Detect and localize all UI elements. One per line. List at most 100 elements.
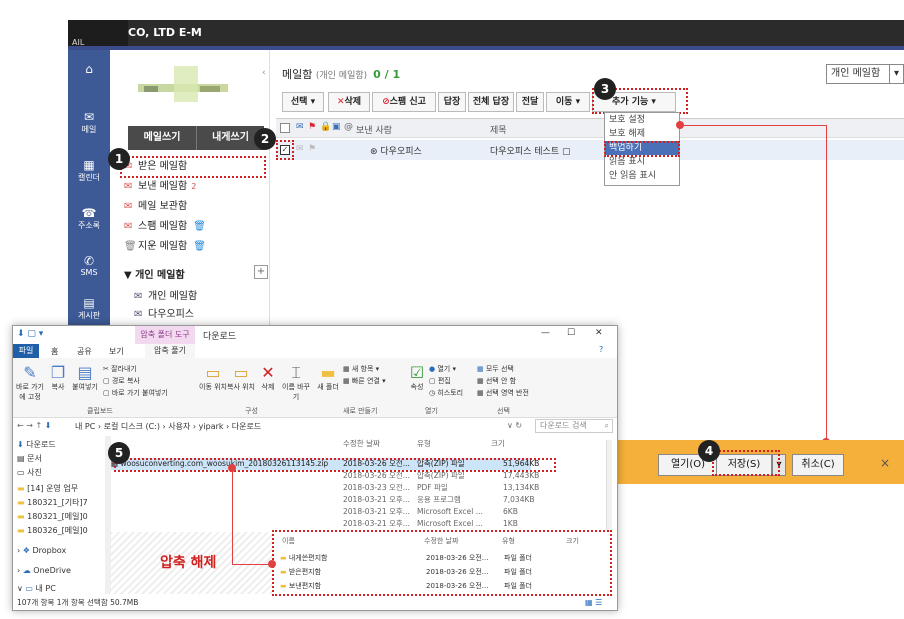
contacts-icon: ☎	[81, 206, 97, 220]
folder-deleted[interactable]: 🗑지운 메일함 🗑	[124, 238, 206, 256]
mail-icon: ✉	[83, 110, 95, 124]
menu-protect-off[interactable]: 보호 해제	[605, 127, 679, 141]
col-date[interactable]: 수정한 날짜	[424, 536, 458, 546]
new-item-button[interactable]: ▦ 새 항목 ▾	[343, 364, 379, 374]
select-all-button[interactable]: ▦ 모두 선택	[477, 364, 514, 374]
open-button[interactable]: ● 열기 ▾	[429, 364, 456, 374]
select-button[interactable]: 선택 ▾	[282, 92, 324, 112]
nav-mail[interactable]: ✉ 메일	[68, 102, 110, 154]
menu-mark-unread[interactable]: 안 읽음 표시	[605, 169, 679, 183]
quick-access-icons[interactable]: ⬇ ▢ ▾	[17, 329, 43, 339]
paste-button[interactable]: ▤ 붙여넣기	[71, 364, 99, 392]
view-toggle-icon[interactable]: ▦ ☰	[585, 598, 602, 607]
col-size[interactable]: 크기	[566, 536, 579, 546]
reply-all-button[interactable]: 전체 답장	[468, 92, 514, 112]
trash-icon[interactable]: 🗑	[193, 221, 206, 232]
folder-archive[interactable]: ✉ 메일 보관함	[124, 198, 187, 216]
invert-selection-button[interactable]: ▦ 선택 영역 반전	[477, 388, 529, 398]
company-name: CO, LTD E-M	[128, 26, 202, 39]
nav-folder[interactable]: ▬ 180321_[메일]0	[17, 510, 88, 524]
new-folder-button[interactable]: ▬ 새 폴더	[315, 364, 341, 392]
nav-downloads[interactable]: ⬇ 다운로드	[17, 438, 56, 452]
address-path[interactable]: 내 PC › 로컬 디스크 (C:) › 사용자 › yipark › 다운로드	[75, 421, 261, 432]
zip-folder-row[interactable]: ▬ 내게쓴편지함 2018-03-26 오전... 파일 폴더	[280, 552, 532, 564]
file-row[interactable]: 2018-03-23 오전... PDF 파일 13,134KB	[111, 482, 539, 494]
edit-button[interactable]: ▢ 편집	[429, 376, 451, 386]
file-row[interactable]: 2018-03-21 오후... Microsoft Excel ... 6KB	[111, 506, 531, 518]
group-clipboard: 클립보드	[87, 407, 113, 415]
col-name[interactable]: 이름	[282, 536, 295, 546]
nav-home[interactable]: ⌂	[68, 54, 110, 106]
write-mail-button[interactable]: 메일쓰기	[128, 126, 196, 150]
maximize-icon[interactable]: ☐	[567, 328, 575, 338]
col-size[interactable]: 크기	[491, 438, 505, 449]
add-folder-icon[interactable]: +	[254, 265, 268, 279]
zip-folder-row[interactable]: ▬ 보낸편지함 2018-03-26 오전... 파일 폴더	[280, 580, 532, 592]
pin-button[interactable]: ✎ 바로 가기에 고정	[15, 364, 45, 402]
delete-button[interactable]: ✕삭제	[328, 92, 370, 112]
nav-this-pc[interactable]: ∨ ▭ 내 PC	[17, 582, 56, 596]
minimize-icon[interactable]: —	[541, 328, 550, 338]
save-icon: ▣	[332, 122, 341, 132]
copy-path-button[interactable]: ▢ 경로 복사	[103, 376, 140, 386]
paste-shortcut-button[interactable]: ▢ 바로 가기 붙여넣기	[103, 388, 168, 398]
tab-home[interactable]: 홈	[51, 346, 58, 357]
file-row[interactable]: 2018-03-21 오후... 응용 프로그램 7,034KB	[111, 494, 535, 506]
nav-folder[interactable]: ▬ [14] 운영 업무	[17, 482, 78, 496]
move-button[interactable]: 이동 ▾	[546, 92, 590, 112]
spam-report-button[interactable]: ⊘스팸 신고	[372, 92, 436, 112]
forward-button[interactable]: 전달	[516, 92, 544, 112]
select-all-checkbox[interactable]	[280, 123, 290, 133]
refresh-icon[interactable]: ∨ ↻	[507, 421, 522, 430]
copy-to-button[interactable]: ▭ 복사 위치	[227, 364, 255, 392]
folder-personal[interactable]: ✉ 개인 메일함	[134, 288, 197, 306]
reply-button[interactable]: 답장	[438, 92, 466, 112]
copy-button[interactable]: ❐ 복사	[47, 364, 69, 392]
nav-calendar[interactable]: ▦ 캘린더	[68, 150, 110, 202]
col-from[interactable]: 보낸 사람	[356, 123, 392, 136]
tab-file[interactable]: 파일	[13, 344, 39, 358]
tab-extract[interactable]: 압축 풀기	[145, 344, 195, 358]
nav-pictures[interactable]: ▭ 사진	[17, 466, 42, 480]
easy-access-button[interactable]: ▦ 빠른 연결 ▾	[343, 376, 386, 386]
close-icon[interactable]: ×	[880, 456, 890, 470]
select-none-button[interactable]: ▦ 선택 안 함	[477, 376, 516, 386]
col-type[interactable]: 유형	[417, 438, 431, 449]
col-type[interactable]: 유형	[502, 536, 515, 546]
highlight-zip	[114, 458, 556, 472]
mail-row[interactable]: ✓ ✉ ⚑ ⊛ 다우오피스 다우오피스 테스트 ▢	[276, 140, 904, 160]
trash-icon[interactable]: 🗑	[193, 241, 206, 252]
status-bar: 107개 항목 1개 항목 선택함 50.7MB	[17, 598, 139, 607]
menu-protect-on[interactable]: 보호 설정	[605, 113, 679, 127]
history-button[interactable]: ◷ 히스토리	[429, 388, 463, 398]
move-to-button[interactable]: ▭ 이동 위치	[199, 364, 227, 392]
nav-documents[interactable]: ▤ 문서	[17, 452, 42, 466]
search-input[interactable]: 다운로드 검색 ⌕	[535, 419, 613, 433]
zip-folder-row[interactable]: ▬ 받은편지함 2018-03-26 오전... 파일 폴더	[280, 566, 532, 578]
folder-sent[interactable]: ✉ 보낸 메일함 2	[124, 178, 196, 196]
file-row[interactable]: 2018-03-21 오후... Microsoft Excel ... 1KB	[111, 518, 531, 530]
personal-mailbox-title[interactable]: ▼ 개인 메일함	[124, 266, 185, 281]
nav-contacts[interactable]: ☎ 주소록	[68, 198, 110, 250]
cut-button[interactable]: ✂ 잘라내기	[103, 364, 137, 374]
folder-daouoffice[interactable]: ✉ 다우오피스	[134, 306, 194, 324]
nav-folder[interactable]: ▬ 180326_[메일]0	[17, 524, 88, 538]
nav-arrows-icon[interactable]: ← → ↑ ⬇	[17, 421, 51, 430]
nav-dropbox[interactable]: › ❖ Dropbox	[17, 544, 66, 558]
col-date[interactable]: 수정한 날짜	[343, 438, 380, 449]
nav-onedrive[interactable]: › ☁ OneDrive	[17, 564, 71, 578]
tab-view[interactable]: 보기	[109, 346, 124, 357]
mailbox-select[interactable]: 개인 메일함 ▾	[826, 64, 904, 84]
close-icon[interactable]: ✕	[595, 328, 603, 338]
help-icon[interactable]: ?	[599, 345, 603, 354]
tab-share[interactable]: 공유	[77, 346, 92, 357]
menu-mark-read[interactable]: 읽음 표시	[605, 155, 679, 169]
col-subject[interactable]: 제목	[490, 123, 507, 136]
nav-folder[interactable]: ▬ 180321_[기타]7	[17, 496, 88, 510]
folder-spam[interactable]: ✉ 스팸 메일함 🗑	[124, 218, 206, 236]
delete-button[interactable]: ✕삭제	[257, 364, 279, 392]
rename-button[interactable]: ⌶ 이름 바꾸기	[281, 364, 311, 402]
properties-button[interactable]: ☑ 속성	[405, 364, 429, 392]
sidebar-collapse-icon[interactable]: ‹	[262, 68, 266, 78]
cancel-button[interactable]: 취소(C)	[792, 454, 844, 476]
